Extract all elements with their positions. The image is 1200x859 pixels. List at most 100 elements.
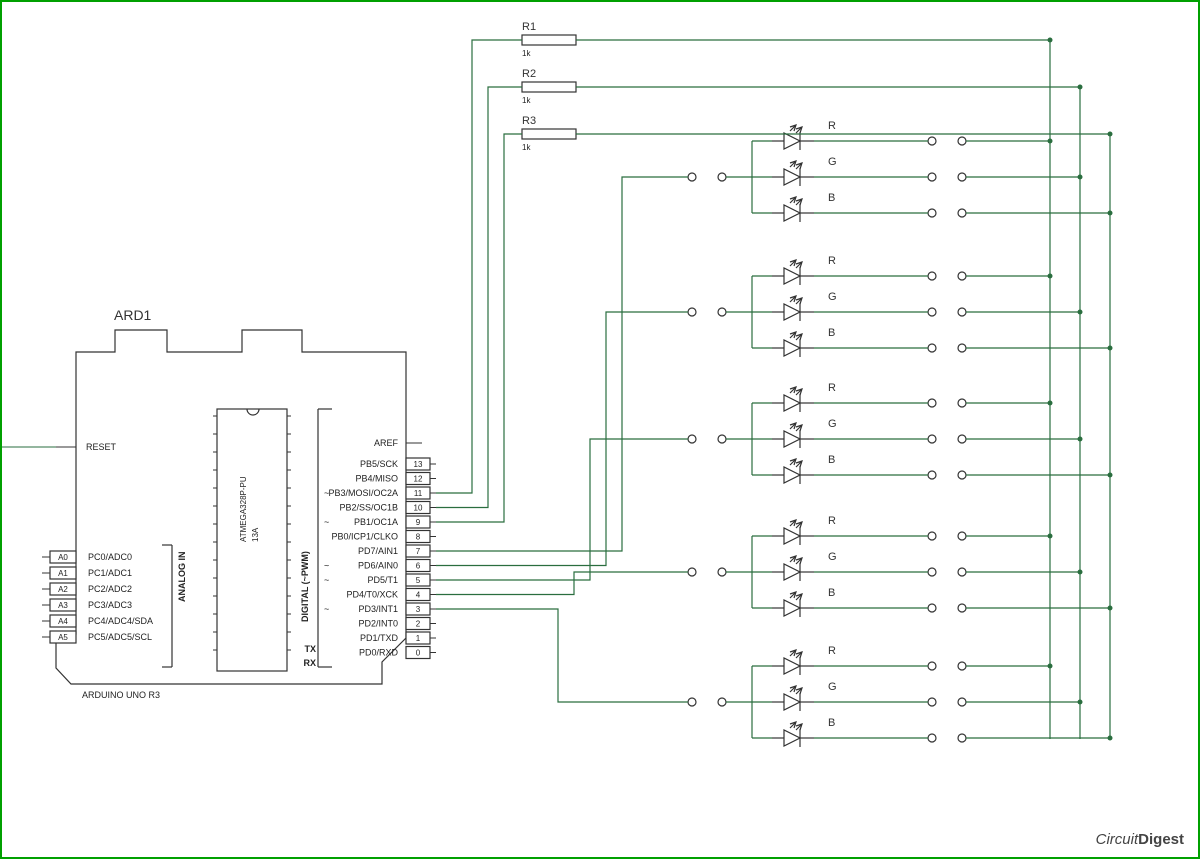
svg-text:R: R: [828, 382, 836, 394]
led-r-5: R: [772, 645, 836, 675]
svg-text:9: 9: [416, 518, 421, 527]
svg-text:~: ~: [324, 604, 329, 614]
svg-text:PC0/ADC0: PC0/ADC0: [88, 552, 132, 562]
brand-logo: CircuitDigest: [1096, 831, 1184, 848]
led-g-4: G: [772, 551, 837, 581]
svg-text:5: 5: [416, 576, 421, 585]
svg-text:PB4/MISO: PB4/MISO: [355, 474, 398, 484]
svg-text:A3: A3: [58, 601, 68, 610]
led-r-1: R: [772, 120, 836, 150]
svg-text:R: R: [828, 645, 836, 657]
svg-text:A4: A4: [58, 617, 68, 626]
svg-text:B: B: [828, 587, 835, 599]
arduino-board: ARD1 RESET ARDUINO UNO R3 ATMEGA328P-PU …: [2, 307, 436, 700]
led-b-1: B: [772, 192, 835, 222]
rgb-led-group-2: RG B: [688, 255, 1113, 357]
svg-text:1k: 1k: [522, 143, 531, 152]
svg-text:B: B: [828, 454, 835, 466]
svg-text:R3: R3: [522, 115, 536, 127]
svg-text:G: G: [828, 156, 837, 168]
resistor-r1: R1 1k: [522, 21, 576, 58]
led-g-1: G: [772, 156, 837, 186]
svg-text:PD7/AIN1: PD7/AIN1: [358, 546, 398, 556]
rgb-led-group-4: R G B: [688, 515, 1113, 617]
aref-label: AREF: [374, 438, 399, 448]
svg-text:B: B: [828, 717, 835, 729]
led-b-3: B: [772, 454, 835, 484]
svg-text:8: 8: [416, 533, 421, 542]
svg-text:PC1/ADC1: PC1/ADC1: [88, 568, 132, 578]
svg-text:0: 0: [416, 649, 421, 658]
svg-text:A2: A2: [58, 585, 68, 594]
svg-text:PD1/TXD: PD1/TXD: [360, 633, 399, 643]
svg-text:G: G: [828, 418, 837, 430]
svg-text:R1: R1: [522, 21, 536, 33]
svg-text:PD4/T0/XCK: PD4/T0/XCK: [346, 590, 398, 600]
rgb-led-group-5: R G B: [688, 645, 1113, 747]
svg-text:11: 11: [414, 489, 423, 498]
svg-text:G: G: [828, 291, 837, 303]
chip-label-1: ATMEGA328P-PU: [239, 476, 248, 542]
svg-text:A5: A5: [58, 633, 68, 642]
svg-text:A1: A1: [58, 569, 68, 578]
svg-text:PB2/SS/OC1B: PB2/SS/OC1B: [339, 503, 398, 513]
resistor-r2: R2 1k: [522, 68, 576, 105]
svg-text:R2: R2: [522, 68, 536, 80]
svg-text:A0: A0: [58, 553, 68, 562]
svg-text:~: ~: [324, 517, 329, 527]
svg-text:PC4/ADC4/SDA: PC4/ADC4/SDA: [88, 616, 153, 626]
svg-text:PB5/SCK: PB5/SCK: [360, 459, 398, 469]
svg-text:4: 4: [416, 591, 421, 600]
svg-text:PC5/ADC5/SCL: PC5/ADC5/SCL: [88, 632, 152, 642]
reset-label: RESET: [86, 442, 117, 452]
svg-text:12: 12: [414, 475, 423, 484]
svg-text:PD3/INT1: PD3/INT1: [358, 604, 398, 614]
svg-text:3: 3: [416, 605, 421, 614]
svg-text:G: G: [828, 681, 837, 693]
tx-label: TX: [304, 644, 316, 654]
svg-text:PD0/RXD: PD0/RXD: [359, 648, 399, 658]
svg-text:6: 6: [416, 562, 421, 571]
svg-text:PD5/T1: PD5/T1: [367, 575, 398, 585]
led-r-4: R: [772, 515, 836, 545]
led-b-2: B: [772, 327, 835, 357]
svg-text:~: ~: [324, 575, 329, 585]
svg-text:PB3/MOSI/OC2A: PB3/MOSI/OC2A: [328, 488, 398, 498]
resistors: R1 1k R2 1k R3 1k: [522, 21, 576, 152]
svg-text:10: 10: [414, 504, 423, 513]
svg-text:B: B: [828, 327, 835, 339]
svg-text:PB1/OC1A: PB1/OC1A: [354, 517, 398, 527]
arduino-ref: ARD1: [114, 307, 152, 323]
svg-text:R: R: [828, 515, 836, 527]
svg-text:PB0/ICP1/CLKO: PB0/ICP1/CLKO: [331, 532, 398, 542]
svg-text:PC2/ADC2: PC2/ADC2: [88, 584, 132, 594]
rx-label: RX: [303, 658, 316, 668]
svg-text:G: G: [828, 551, 837, 563]
rgb-led-group-3: R G B: [688, 382, 1113, 484]
led-b-4: B: [772, 587, 835, 617]
svg-text:2: 2: [416, 620, 421, 629]
led-g-5: G: [772, 681, 837, 711]
rgb-led-group-1: R G B: [688, 120, 1113, 222]
resistor-r3: R3 1k: [522, 115, 576, 152]
led-g-3: G: [772, 418, 837, 448]
svg-text:PC3/ADC3: PC3/ADC3: [88, 600, 132, 610]
chip-label-2: 13A: [251, 527, 260, 542]
led-g-2: G: [772, 291, 837, 321]
arduino-model: ARDUINO UNO R3: [82, 690, 160, 700]
svg-text:~: ~: [324, 561, 329, 571]
svg-text:1k: 1k: [522, 96, 531, 105]
svg-text:1k: 1k: [522, 49, 531, 58]
svg-text:~: ~: [324, 488, 329, 498]
led-r-3: R: [772, 382, 836, 412]
svg-text:1: 1: [416, 634, 421, 643]
svg-text:13: 13: [414, 460, 423, 469]
svg-text:PD2/INT0: PD2/INT0: [358, 619, 398, 629]
svg-text:7: 7: [416, 547, 421, 556]
led-groups: RGBRGBRGBRGBRGB: [688, 120, 1113, 747]
analog-in-label: ANALOG IN: [177, 552, 187, 603]
led-r-2: R: [772, 255, 836, 285]
svg-text:R: R: [828, 120, 836, 132]
wiring: [436, 38, 1113, 740]
svg-text:B: B: [828, 192, 835, 204]
